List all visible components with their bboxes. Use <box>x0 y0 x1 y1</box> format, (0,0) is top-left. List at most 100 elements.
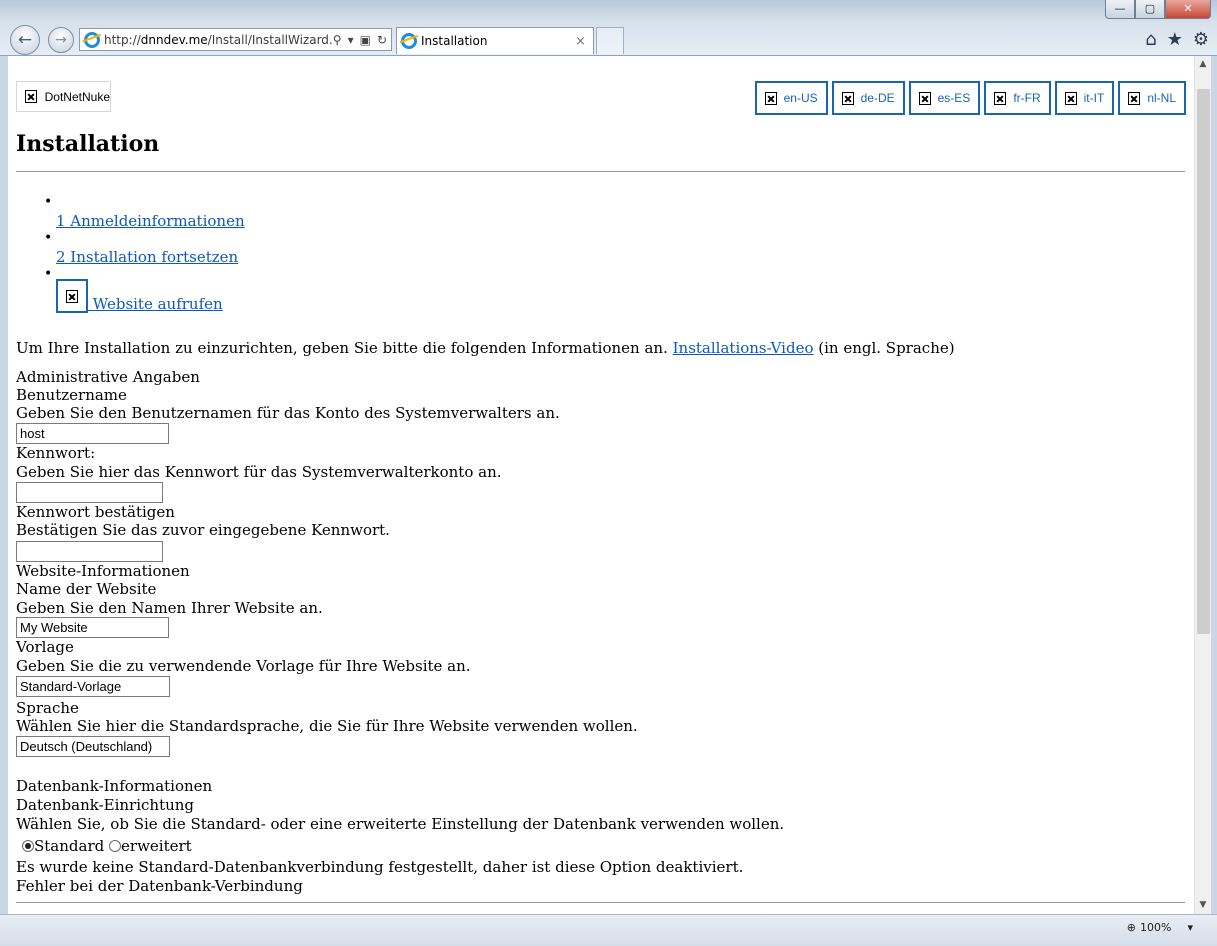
zoom-icon: ⊕ <box>1126 921 1137 934</box>
tools-gear-icon[interactable]: ⚙ <box>1193 29 1209 50</box>
site-name-input[interactable] <box>16 617 169 638</box>
vertical-scrollbar[interactable]: ▲ ▼ <box>1194 56 1211 914</box>
address-url[interactable]: http://dnndev.me/Install/InstallWizard.a… <box>104 33 333 47</box>
broken-image-icon <box>25 90 37 103</box>
language-select[interactable]: Deutsch (Deutschland) <box>16 736 170 757</box>
scroll-thumb[interactable] <box>1197 89 1210 634</box>
zoom-control[interactable]: ⊕ 100% ▾ <box>1127 921 1193 934</box>
password-help: Geben Sie hier das Kennwort für das Syst… <box>16 463 502 481</box>
database-setup-label: Datenbank-Einrichtung <box>16 796 195 814</box>
step-3-link[interactable]: Website aufrufen <box>56 279 223 313</box>
browser-chrome: — ▢ ✕ ← → http://dnndev.me/Install/Insta… <box>0 0 1217 56</box>
database-error-message: Fehler bei der Datenbank-Verbindung <box>16 877 303 895</box>
search-icon[interactable]: ⚲ <box>333 33 342 47</box>
flag-icon <box>994 91 1007 105</box>
language-label: Sprache <box>16 699 79 717</box>
flag-icon <box>841 91 854 105</box>
language-en-US[interactable]: en-US <box>754 81 828 115</box>
radio-advanced-label: erweitert <box>121 837 192 855</box>
language-it-IT[interactable]: it-IT <box>1054 81 1115 115</box>
scroll-up-icon[interactable]: ▲ <box>1195 56 1211 73</box>
flag-icon <box>1064 91 1077 105</box>
language-label: es-ES <box>937 91 971 105</box>
tab-close-icon[interactable]: × <box>575 34 593 49</box>
confirm-password-input[interactable] <box>16 541 163 562</box>
home-icon[interactable]: ⌂ <box>1145 29 1156 50</box>
maximize-button[interactable]: ▢ <box>1135 0 1165 19</box>
tab-installation[interactable]: Installation × <box>396 27 594 54</box>
password-label: Kennwort: <box>16 444 96 462</box>
step-2-link[interactable]: 2 Installation fortsetzen <box>56 248 245 266</box>
website-section-title: Website-Informationen <box>16 562 190 580</box>
step-item: 1 Anmeldeinformationen <box>44 194 245 230</box>
page-title: Installation <box>16 131 160 157</box>
username-input[interactable] <box>16 423 169 444</box>
username-help: Geben Sie den Benutzernamen für das Kont… <box>16 404 560 422</box>
site-name-label: Name der Website <box>16 580 157 598</box>
language-label: nl-NL <box>1147 91 1176 105</box>
template-help: Geben Sie die zu verwendende Vorlage für… <box>16 657 471 675</box>
close-window-button[interactable]: ✕ <box>1165 0 1211 19</box>
confirm-password-label: Kennwort bestätigen <box>16 503 175 521</box>
language-label: en-US <box>783 91 818 105</box>
url-path: /Install/InstallWizard.as <box>207 32 333 47</box>
no-connection-message: Es wurde keine Standard-Datenbankverbind… <box>16 858 744 876</box>
url-scheme: http:// <box>104 32 141 47</box>
language-label: fr-FR <box>1013 91 1041 105</box>
status-bar: ⊕ 100% ▾ <box>0 914 1217 946</box>
page-viewport: DotNetNuke en-US de-DE es-ES fr-FR it-IT… <box>8 56 1211 914</box>
confirm-password-help: Bestätigen Sie das zuvor eingegebene Ken… <box>16 521 390 539</box>
favorites-icon[interactable]: ★ <box>1167 29 1183 50</box>
wizard-steps: 1 Anmeldeinformationen 2 Installation fo… <box>44 194 245 320</box>
window-controls: — ▢ ✕ <box>1105 0 1211 19</box>
step-item: 2 Installation fortsetzen <box>44 230 245 266</box>
language-es-ES[interactable]: es-ES <box>908 81 981 115</box>
address-bar[interactable]: http://dnndev.me/Install/InstallWizard.a… <box>79 28 392 51</box>
new-tab-button[interactable] <box>596 27 624 54</box>
back-button[interactable]: ← <box>10 25 40 55</box>
forward-button[interactable]: → <box>48 27 74 53</box>
radio-standard[interactable] <box>22 840 34 852</box>
flag-icon <box>764 91 777 105</box>
step-1-link[interactable]: 1 Anmeldeinformationen <box>56 212 245 230</box>
url-host: dnndev.me <box>140 32 208 47</box>
logo-alt-text: DotNetNuke <box>44 89 110 104</box>
ie-page-icon <box>84 31 100 48</box>
database-setup-options: Standard erweitert <box>22 837 192 855</box>
ie-tab-icon <box>401 33 417 49</box>
zoom-dropdown-icon[interactable]: ▾ <box>1187 921 1193 934</box>
language-help: Wählen Sie hier die Standardsprache, die… <box>16 717 638 735</box>
language-selector: en-US de-DE es-ES fr-FR it-IT nl-NL <box>754 81 1186 115</box>
template-select[interactable]: Standard-Vorlage <box>16 676 170 697</box>
minimize-button[interactable]: — <box>1105 0 1135 19</box>
username-label: Benutzername <box>16 386 127 404</box>
divider <box>16 902 1185 903</box>
radio-advanced[interactable] <box>109 840 122 852</box>
site-name-help: Geben Sie den Namen Ihrer Website an. <box>16 599 323 617</box>
step-item: Website aufrufen <box>44 266 245 320</box>
language-label: it-IT <box>1083 91 1105 105</box>
intro-before: Um Ihre Installation zu einzurichten, ge… <box>16 339 673 357</box>
password-input[interactable] <box>16 482 163 503</box>
language-nl-NL[interactable]: nl-NL <box>1118 81 1186 115</box>
scroll-down-icon[interactable]: ▼ <box>1195 897 1211 914</box>
zoom-level: 100% <box>1140 921 1172 934</box>
flag-icon <box>1128 91 1141 105</box>
dropdown-icon[interactable]: ▾ <box>348 33 354 47</box>
database-section-title: Datenbank-Informationen <box>16 777 213 795</box>
intro-after: (in engl. Sprache) <box>813 339 955 357</box>
divider <box>16 171 1185 172</box>
language-de-DE[interactable]: de-DE <box>831 81 905 115</box>
compatibility-icon[interactable]: ▣ <box>360 33 371 47</box>
template-label: Vorlage <box>16 638 74 656</box>
admin-section-title: Administrative Angaben <box>16 368 200 386</box>
refresh-icon[interactable]: ↻ <box>377 33 387 47</box>
site-logo[interactable]: DotNetNuke <box>16 81 111 112</box>
installation-video-link[interactable]: Installations-Video <box>673 339 814 357</box>
radio-standard-label: Standard <box>34 837 105 855</box>
database-setup-help: Wählen Sie, ob Sie die Standard- oder ei… <box>16 815 785 833</box>
broken-image-icon <box>56 279 88 313</box>
language-fr-FR[interactable]: fr-FR <box>984 81 1051 115</box>
intro-text: Um Ihre Installation zu einzurichten, ge… <box>16 339 955 357</box>
flag-icon <box>918 91 931 105</box>
